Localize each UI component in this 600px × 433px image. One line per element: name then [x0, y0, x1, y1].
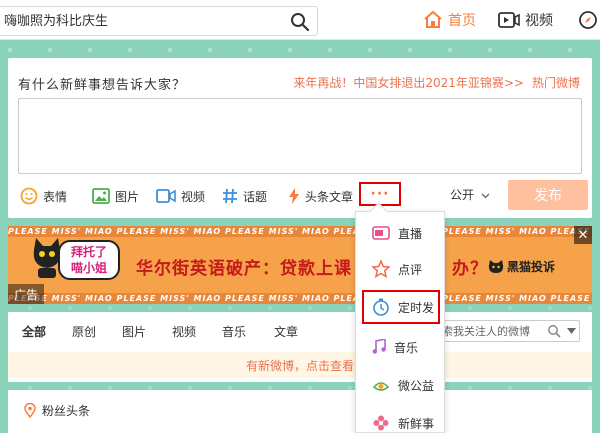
chevron-down-icon: [481, 193, 490, 198]
feed-search-box: [428, 320, 580, 342]
caret-down-icon[interactable]: [567, 328, 576, 334]
nav-home-label: 首页: [448, 13, 476, 29]
nav-video[interactable]: 视频: [498, 8, 553, 32]
menu-item-news[interactable]: 新鲜事: [362, 406, 440, 433]
menu-item-review-label: 点评: [398, 262, 423, 277]
article-tool[interactable]: 头条文章: [288, 186, 353, 206]
feed-tabs: 全部 原创 图片 视频 音乐 文章: [8, 312, 592, 348]
emoji-tool[interactable]: 表情: [20, 186, 67, 206]
ad-brand-label: 黑猫投诉: [507, 260, 556, 274]
flower-icon: [373, 415, 389, 431]
ad-speech-line-1: 拜托了: [70, 245, 107, 259]
global-search-input[interactable]: [4, 11, 274, 31]
video-tool[interactable]: 视频: [156, 186, 205, 206]
menu-item-scheduled-post[interactable]: 定时发: [362, 290, 440, 324]
ad-speech-line-2: 喵小姐: [70, 261, 107, 275]
search-icon[interactable]: [289, 11, 311, 33]
ad-headline-main: 华尔街英语破产：贷款上课: [136, 259, 352, 279]
menu-item-scheduled-post-label: 定时发: [398, 300, 435, 315]
live-icon: [372, 226, 390, 240]
nav-video-label: 视频: [525, 13, 553, 29]
publish-button[interactable]: 发布: [508, 180, 588, 210]
image-tool[interactable]: 图片: [92, 186, 139, 206]
menu-item-music[interactable]: 音乐: [362, 330, 440, 364]
ad-label: 广告: [8, 284, 44, 304]
topic-tool-label: 话题: [243, 189, 268, 204]
lightning-icon: [289, 188, 299, 204]
ad-strip-top: PLEASE MISS' MIAO PLEASE MISS' MIAO PLEA…: [8, 226, 592, 237]
hashtag-icon: [223, 188, 237, 204]
more-tools-button[interactable]: ···: [359, 182, 401, 206]
hot-topic-link[interactable]: 来年再战！中国女排退出2021年亚锦赛>>: [293, 76, 524, 90]
nav-discover[interactable]: [578, 8, 600, 32]
menu-item-live[interactable]: 直播: [362, 216, 440, 250]
tab-videos[interactable]: 视频: [172, 323, 196, 340]
publisher-toolbar: 表情 图片 视频 话题 头条文章 ··· 公开 发布: [18, 180, 588, 210]
publisher-prompt: 有什么新鲜事想告诉大家？: [18, 78, 187, 93]
video-icon: [498, 12, 520, 28]
visibility-label: 公开: [450, 188, 475, 202]
ad-speech-bubble: 拜托了 喵小姐: [58, 240, 120, 280]
ad-headline-tail: 办？: [452, 259, 488, 279]
ad-strip-bottom: PLEASE MISS' MIAO PLEASE MISS' MIAO PLEA…: [8, 293, 592, 304]
feed-search-input[interactable]: [431, 323, 541, 339]
feed-card: 全部 原创 图片 视频 音乐 文章 有新微博，点击查看: [8, 312, 592, 382]
menu-item-music-label: 音乐: [394, 340, 419, 355]
article-tool-label: 头条文章: [305, 189, 354, 204]
tab-music[interactable]: 音乐: [222, 323, 246, 340]
more-tools-dropdown: 直播 点评 定时发 音乐 微公益 新鲜事: [355, 211, 445, 433]
visibility-selector[interactable]: 公开: [450, 186, 490, 203]
music-note-icon: [372, 339, 386, 354]
tab-all[interactable]: 全部: [22, 323, 46, 340]
compass-icon: [579, 11, 597, 29]
ad-close-button[interactable]: ✕: [574, 226, 592, 244]
publisher-textarea[interactable]: [18, 98, 582, 174]
video-camera-icon: [156, 189, 176, 203]
menu-item-review[interactable]: 点评: [362, 252, 440, 286]
menu-item-charity[interactable]: 微公益: [362, 368, 440, 402]
top-nav-bar: 首页 视频: [0, 0, 600, 40]
location-pin-icon: [24, 403, 36, 418]
menu-item-news-label: 新鲜事: [398, 416, 435, 431]
fans-headline-card: 粉丝头条: [8, 390, 592, 433]
tab-images[interactable]: 图片: [122, 323, 146, 340]
fans-headline-label: 粉丝头条: [42, 404, 91, 418]
tab-articles[interactable]: 文章: [274, 323, 298, 340]
black-cat-logo-icon: [488, 259, 504, 273]
topic-tool[interactable]: 话题: [222, 186, 267, 206]
charity-icon: [372, 382, 390, 391]
timer-icon: [373, 298, 389, 316]
global-search-box: [0, 6, 318, 36]
nav-home[interactable]: 首页: [423, 8, 476, 32]
emoji-tool-label: 表情: [43, 189, 68, 204]
fans-headline-title: 粉丝头条: [24, 402, 90, 419]
menu-item-live-label: 直播: [398, 226, 423, 241]
ad-banner[interactable]: PLEASE MISS' MIAO PLEASE MISS' MIAO PLEA…: [8, 226, 592, 304]
image-icon: [92, 188, 110, 204]
search-icon[interactable]: [547, 324, 561, 338]
video-tool-label: 视频: [181, 189, 206, 204]
star-icon: [372, 260, 390, 278]
image-tool-label: 图片: [115, 189, 140, 204]
home-icon: [424, 11, 442, 28]
smiley-icon: [20, 187, 38, 205]
new-posts-notice[interactable]: 有新微博，点击查看: [8, 352, 592, 378]
ad-brand: 黑猫投诉: [488, 258, 555, 275]
hot-weibo-link[interactable]: 热门微博: [532, 76, 580, 90]
tab-original[interactable]: 原创: [72, 323, 96, 340]
publisher-card: 有什么新鲜事想告诉大家？ 来年再战！中国女排退出2021年亚锦赛>> 热门微博 表…: [8, 58, 592, 218]
hot-topics: 来年再战！中国女排退出2021年亚锦赛>> 热门微博: [293, 74, 580, 91]
menu-item-charity-label: 微公益: [398, 378, 435, 393]
